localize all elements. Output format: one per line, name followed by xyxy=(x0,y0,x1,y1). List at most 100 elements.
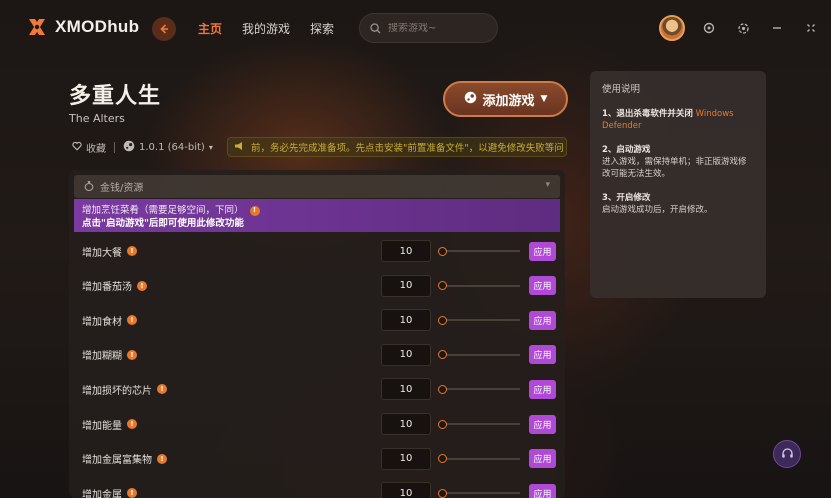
back-button[interactable] xyxy=(152,17,176,41)
cheat-row: 增加番茄汤! 10 应用 xyxy=(74,269,560,303)
heart-icon xyxy=(72,141,82,154)
info-icon[interactable]: ! xyxy=(157,453,167,464)
info-icon[interactable]: ! xyxy=(127,349,137,360)
nav-home[interactable]: 主页 xyxy=(198,20,222,37)
cheat-label: 增加能量! xyxy=(82,417,137,432)
quantity-input[interactable]: 10 xyxy=(381,274,431,297)
slider-handle[interactable] xyxy=(438,350,447,360)
cheat-label-text: 增加金属富集物 xyxy=(82,455,152,467)
steam-icon xyxy=(464,91,477,108)
app-logo[interactable]: XMODhub xyxy=(26,16,139,38)
cheat-row: 增加糊糊! 10 应用 xyxy=(74,338,560,372)
support-button[interactable] xyxy=(773,440,801,468)
quantity-input[interactable]: 10 xyxy=(381,378,431,401)
quantity-input[interactable]: 10 xyxy=(381,309,431,332)
quantity-slider[interactable] xyxy=(438,384,520,394)
info-icon[interactable]: ! xyxy=(127,315,137,326)
search-input[interactable] xyxy=(388,22,488,34)
game-subtitle: The Alters xyxy=(69,112,125,125)
apply-button[interactable]: 应用 xyxy=(529,310,556,330)
cheat-label-text: 增加番茄汤 xyxy=(82,282,132,294)
game-meta: 收藏 1.0.1 (64-bit) ▾ xyxy=(72,140,213,155)
money-bag-icon xyxy=(84,180,94,194)
cheat-label: 增加损坏的芯片! xyxy=(82,382,167,397)
info-icon[interactable]: ! xyxy=(127,419,137,429)
info-icon[interactable]: ! xyxy=(127,488,137,498)
chevron-down-icon: ▾ xyxy=(208,143,213,152)
cheat-label: 增加番茄汤! xyxy=(82,278,147,293)
minimize-icon[interactable] xyxy=(768,19,786,37)
slider-track xyxy=(442,250,520,252)
quantity-input[interactable]: 10 xyxy=(381,240,431,262)
info-icon: ! xyxy=(249,205,260,216)
add-game-button[interactable]: 添加游戏 ▼ xyxy=(443,81,568,117)
search-icon xyxy=(370,19,381,38)
apply-button[interactable]: 应用 xyxy=(529,345,556,365)
notification-icon[interactable] xyxy=(700,19,718,37)
cheat-panel: 金钱/资源 ▾ 增加烹饪菜肴（需要足够空间，下同） ! 点击"启动游戏"后即可使… xyxy=(69,170,565,498)
info-icon[interactable]: ! xyxy=(137,280,147,291)
usage-guide: 使用说明 1、退出杀毒软件并关闭 Windows Defender 2、启动游戏… xyxy=(590,71,766,298)
apply-button[interactable]: 应用 xyxy=(529,276,556,296)
slider-track xyxy=(442,319,520,322)
cheat-row: 增加损坏的芯片! 10 应用 xyxy=(74,372,560,406)
favorite-button[interactable]: 收藏 xyxy=(72,140,106,155)
apply-button[interactable]: 应用 xyxy=(529,241,556,261)
step2-body: 进入游戏，需保持单机；非正版游戏修改可能无法生效。 xyxy=(602,157,747,179)
user-avatar[interactable] xyxy=(659,15,685,41)
activation-tooltip: 增加烹饪菜肴（需要足够空间，下同） ! 点击"启动游戏"后即可使用此修改功能 xyxy=(74,199,560,232)
quantity-input[interactable]: 10 xyxy=(381,343,431,366)
quantity-input[interactable]: 10 xyxy=(381,447,431,470)
cheat-label-text: 增加能量 xyxy=(82,420,122,432)
slider-track xyxy=(442,388,520,391)
cheat-label: 增加金属! xyxy=(82,486,137,498)
slider-handle[interactable] xyxy=(438,281,447,291)
step1-title: 1、退出杀毒软件并关闭 xyxy=(602,109,693,119)
step2-title: 2、启动游戏 xyxy=(602,145,651,155)
quantity-input[interactable]: 10 xyxy=(381,413,431,435)
quantity-slider[interactable] xyxy=(438,315,520,325)
step3-body: 启动游戏成功后，开启修改。 xyxy=(602,205,713,215)
tip-text-2: 点击"启动游戏"后即可使用此修改功能 xyxy=(82,218,244,229)
cheat-row: 增加大餐! 10 应用 xyxy=(74,234,560,268)
quantity-slider[interactable] xyxy=(438,419,520,429)
quantity-slider[interactable] xyxy=(438,246,520,256)
close-icon[interactable] xyxy=(802,19,820,37)
search-box[interactable] xyxy=(359,13,498,43)
slider-handle[interactable] xyxy=(438,315,447,325)
version-select[interactable]: 1.0.1 (64-bit) ▾ xyxy=(123,140,213,155)
apply-button[interactable]: 应用 xyxy=(529,449,556,469)
slider-handle[interactable] xyxy=(438,488,447,498)
slider-handle[interactable] xyxy=(438,384,447,394)
quantity-slider[interactable] xyxy=(438,350,520,360)
quantity-slider[interactable] xyxy=(438,281,520,291)
info-icon[interactable]: ! xyxy=(127,246,137,256)
apply-button[interactable]: 应用 xyxy=(529,379,556,399)
cheat-label: 增加食材! xyxy=(82,313,137,328)
apply-button[interactable]: 应用 xyxy=(529,414,556,434)
favorite-label: 收藏 xyxy=(86,144,106,155)
apply-button[interactable]: 应用 xyxy=(529,483,556,498)
add-game-label: 添加游戏 xyxy=(482,93,535,109)
slider-handle[interactable] xyxy=(438,419,447,429)
guide-title: 使用说明 xyxy=(602,84,641,95)
settings-icon[interactable] xyxy=(734,19,752,37)
chevron-down-icon: ▾ xyxy=(545,180,550,190)
quantity-slider[interactable] xyxy=(438,488,520,498)
category-header[interactable]: 金钱/资源 ▾ xyxy=(74,175,560,198)
slider-handle[interactable] xyxy=(438,246,447,256)
version-label: 1.0.1 (64-bit) xyxy=(139,142,205,153)
nav-my-games[interactable]: 我的游戏 xyxy=(242,20,290,37)
slider-track xyxy=(442,423,520,425)
info-icon[interactable]: ! xyxy=(157,384,167,395)
nav-explore[interactable]: 探索 xyxy=(310,20,334,37)
slider-track xyxy=(442,353,520,356)
quantity-input[interactable]: 10 xyxy=(381,482,431,498)
quantity-slider[interactable] xyxy=(438,454,520,464)
slider-handle[interactable] xyxy=(438,454,447,464)
guide-step-3: 3、开启修改 启动游戏成功后，开启修改。 xyxy=(602,192,754,216)
cheat-row: 增加金属! 10 应用 xyxy=(74,476,560,498)
cheat-label: 增加金属富集物! xyxy=(82,451,167,466)
cheat-row: 增加能量! 10 应用 xyxy=(74,407,560,441)
cheat-row: 增加食材! 10 应用 xyxy=(74,303,560,337)
